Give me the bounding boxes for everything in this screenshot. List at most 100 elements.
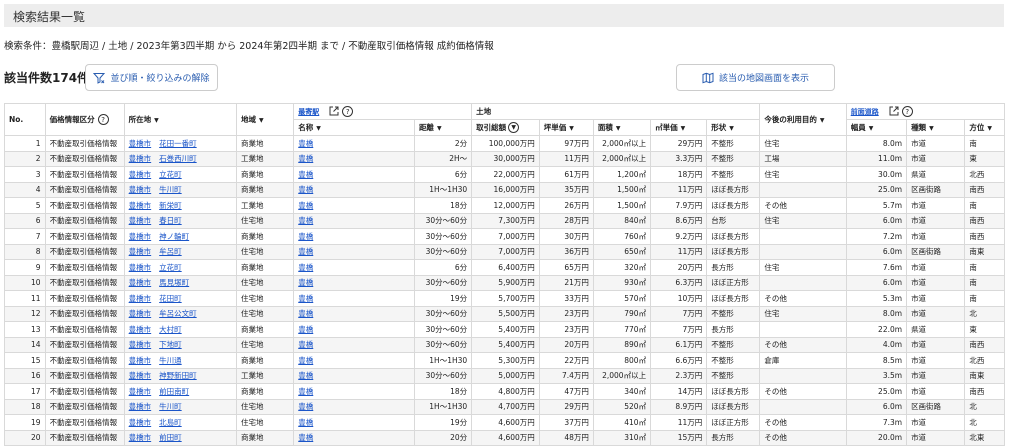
station-link[interactable]: 豊橋 xyxy=(298,418,313,427)
tsubo-price-cell: 37万円 xyxy=(538,414,594,431)
station-link[interactable]: 豊橋 xyxy=(298,247,313,256)
col-area[interactable]: 地域 ▼ xyxy=(236,103,295,136)
col-nearest-station[interactable]: 最寄駅? xyxy=(293,103,473,120)
city-link[interactable]: 豊橋市 xyxy=(129,278,152,287)
town-link[interactable]: 牛川町 xyxy=(159,402,182,411)
town-link[interactable]: 大村町 xyxy=(159,325,182,334)
station-link[interactable]: 豊橋 xyxy=(298,201,313,210)
col-sqm-price[interactable]: ㎡単価 ▼ xyxy=(650,119,708,136)
col-road-type[interactable]: 種類 ▼ xyxy=(906,119,966,136)
sort-down-icon[interactable]: ▼ xyxy=(154,117,159,124)
table-row: 16 不動産取引価格情報 豊橋市 神野新田町 工業地 豊橋 30分～60分 5,000万円 7.… xyxy=(4,367,1005,384)
col-distance[interactable]: 距離 ▼ xyxy=(413,119,473,136)
town-link[interactable]: 新栄町 xyxy=(159,201,182,210)
station-link[interactable]: 豊橋 xyxy=(298,433,313,442)
town-link[interactable]: 前田南町 xyxy=(159,387,189,396)
town-link[interactable]: 立花町 xyxy=(159,170,182,179)
col-price-type[interactable]: 価格情報区分? xyxy=(44,103,125,136)
town-link[interactable]: 花田町 xyxy=(159,294,182,303)
city-link[interactable]: 豊橋市 xyxy=(129,154,152,163)
help-icon[interactable]: ? xyxy=(342,106,354,117)
sort-active-icon[interactable]: ▼ xyxy=(508,122,520,134)
city-link[interactable]: 豊橋市 xyxy=(129,402,152,411)
sort-down-icon[interactable]: ▼ xyxy=(820,117,825,124)
station-link[interactable]: 豊橋 xyxy=(298,263,313,272)
col-location[interactable]: 所在地 ▼ xyxy=(123,103,238,136)
station-link[interactable]: 豊橋 xyxy=(298,139,313,148)
external-link-icon[interactable] xyxy=(889,106,899,118)
city-link[interactable]: 豊橋市 xyxy=(129,139,152,148)
city-link[interactable]: 豊橋市 xyxy=(129,201,152,210)
town-link[interactable]: 前田町 xyxy=(159,433,182,442)
col-tsubo-price[interactable]: 坪単価 ▼ xyxy=(538,119,594,136)
station-link[interactable]: 豊橋 xyxy=(298,309,313,318)
town-link[interactable]: 春日町 xyxy=(159,216,182,225)
nearest-station-link[interactable]: 最寄駅 xyxy=(298,108,319,116)
sort-down-icon[interactable]: ▼ xyxy=(316,125,321,132)
station-link[interactable]: 豊橋 xyxy=(298,387,313,396)
town-link[interactable]: 石巻西川町 xyxy=(159,154,197,163)
station-link[interactable]: 豊橋 xyxy=(298,294,313,303)
station-link[interactable]: 豊橋 xyxy=(298,154,313,163)
col-front-road[interactable]: 前面道路? xyxy=(845,103,1006,120)
sort-down-icon[interactable]: ▼ xyxy=(869,125,874,132)
town-link[interactable]: 馬見塚町 xyxy=(159,278,189,287)
col-future-use[interactable]: 今後の利用目的 ▼ xyxy=(759,103,847,136)
town-link[interactable]: 牛川町 xyxy=(159,185,182,194)
city-link[interactable]: 豊橋市 xyxy=(129,371,152,380)
town-link[interactable]: 神ノ輪町 xyxy=(159,232,189,241)
town-link[interactable]: 牛川通 xyxy=(159,356,182,365)
col-road-direction[interactable]: 方位 ▼ xyxy=(964,119,1005,136)
show-map-button[interactable]: 該当の地図画面を表示 xyxy=(676,64,835,91)
help-icon[interactable]: ? xyxy=(901,106,913,117)
city-link[interactable]: 豊橋市 xyxy=(129,216,152,225)
col-road-width[interactable]: 幅員 ▼ xyxy=(845,119,908,136)
town-link[interactable]: 牟呂町 xyxy=(159,247,182,256)
front-road-link[interactable]: 前面道路 xyxy=(851,108,879,116)
station-link[interactable]: 豊橋 xyxy=(298,216,313,225)
station-link[interactable]: 豊橋 xyxy=(298,232,313,241)
city-link[interactable]: 豊橋市 xyxy=(129,247,152,256)
city-link[interactable]: 豊橋市 xyxy=(129,325,152,334)
sort-down-icon[interactable]: ▼ xyxy=(259,117,264,124)
town-link[interactable]: 花田一番町 xyxy=(159,139,197,148)
col-land-area[interactable]: 面積 ▼ xyxy=(592,119,652,136)
reset-sort-filter-button[interactable]: 並び順・絞り込みの解除 xyxy=(85,64,218,91)
station-link[interactable]: 豊橋 xyxy=(298,170,313,179)
station-link[interactable]: 豊橋 xyxy=(298,402,313,411)
town-link[interactable]: 牟呂公文町 xyxy=(159,309,197,318)
town-link[interactable]: 下地町 xyxy=(159,340,182,349)
sort-down-icon[interactable]: ▼ xyxy=(929,125,934,132)
station-link[interactable]: 豊橋 xyxy=(298,325,313,334)
city-link[interactable]: 豊橋市 xyxy=(129,387,152,396)
city-link[interactable]: 豊橋市 xyxy=(129,232,152,241)
sort-down-icon[interactable]: ▼ xyxy=(569,125,574,132)
city-link[interactable]: 豊橋市 xyxy=(129,170,152,179)
town-link[interactable]: 立花町 xyxy=(159,263,182,272)
station-link[interactable]: 豊橋 xyxy=(298,340,313,349)
city-link[interactable]: 豊橋市 xyxy=(129,309,152,318)
sort-down-icon[interactable]: ▼ xyxy=(616,125,621,132)
city-link[interactable]: 豊橋市 xyxy=(129,340,152,349)
help-icon[interactable]: ? xyxy=(97,114,109,126)
station-link[interactable]: 豊橋 xyxy=(298,278,313,287)
sort-down-icon[interactable]: ▼ xyxy=(681,125,686,132)
external-link-icon[interactable] xyxy=(329,106,339,118)
col-total-price[interactable]: 取引総額 ▼ xyxy=(471,119,540,136)
city-link[interactable]: 豊橋市 xyxy=(129,356,152,365)
station-link[interactable]: 豊橋 xyxy=(298,371,313,380)
city-link[interactable]: 豊橋市 xyxy=(129,294,152,303)
city-link[interactable]: 豊橋市 xyxy=(129,185,152,194)
col-station-name[interactable]: 名称 ▼ xyxy=(293,119,415,136)
station-link[interactable]: 豊橋 xyxy=(298,356,313,365)
town-link[interactable]: 北島町 xyxy=(159,418,182,427)
sort-down-icon[interactable]: ▼ xyxy=(987,125,992,132)
station-link[interactable]: 豊橋 xyxy=(298,185,313,194)
city-link[interactable]: 豊橋市 xyxy=(129,418,152,427)
town-link[interactable]: 神野新田町 xyxy=(159,371,197,380)
sort-down-icon[interactable]: ▼ xyxy=(437,125,442,132)
sort-down-icon[interactable]: ▼ xyxy=(729,125,734,132)
city-link[interactable]: 豊橋市 xyxy=(129,263,152,272)
col-shape[interactable]: 形状 ▼ xyxy=(706,119,761,136)
city-link[interactable]: 豊橋市 xyxy=(129,433,152,442)
